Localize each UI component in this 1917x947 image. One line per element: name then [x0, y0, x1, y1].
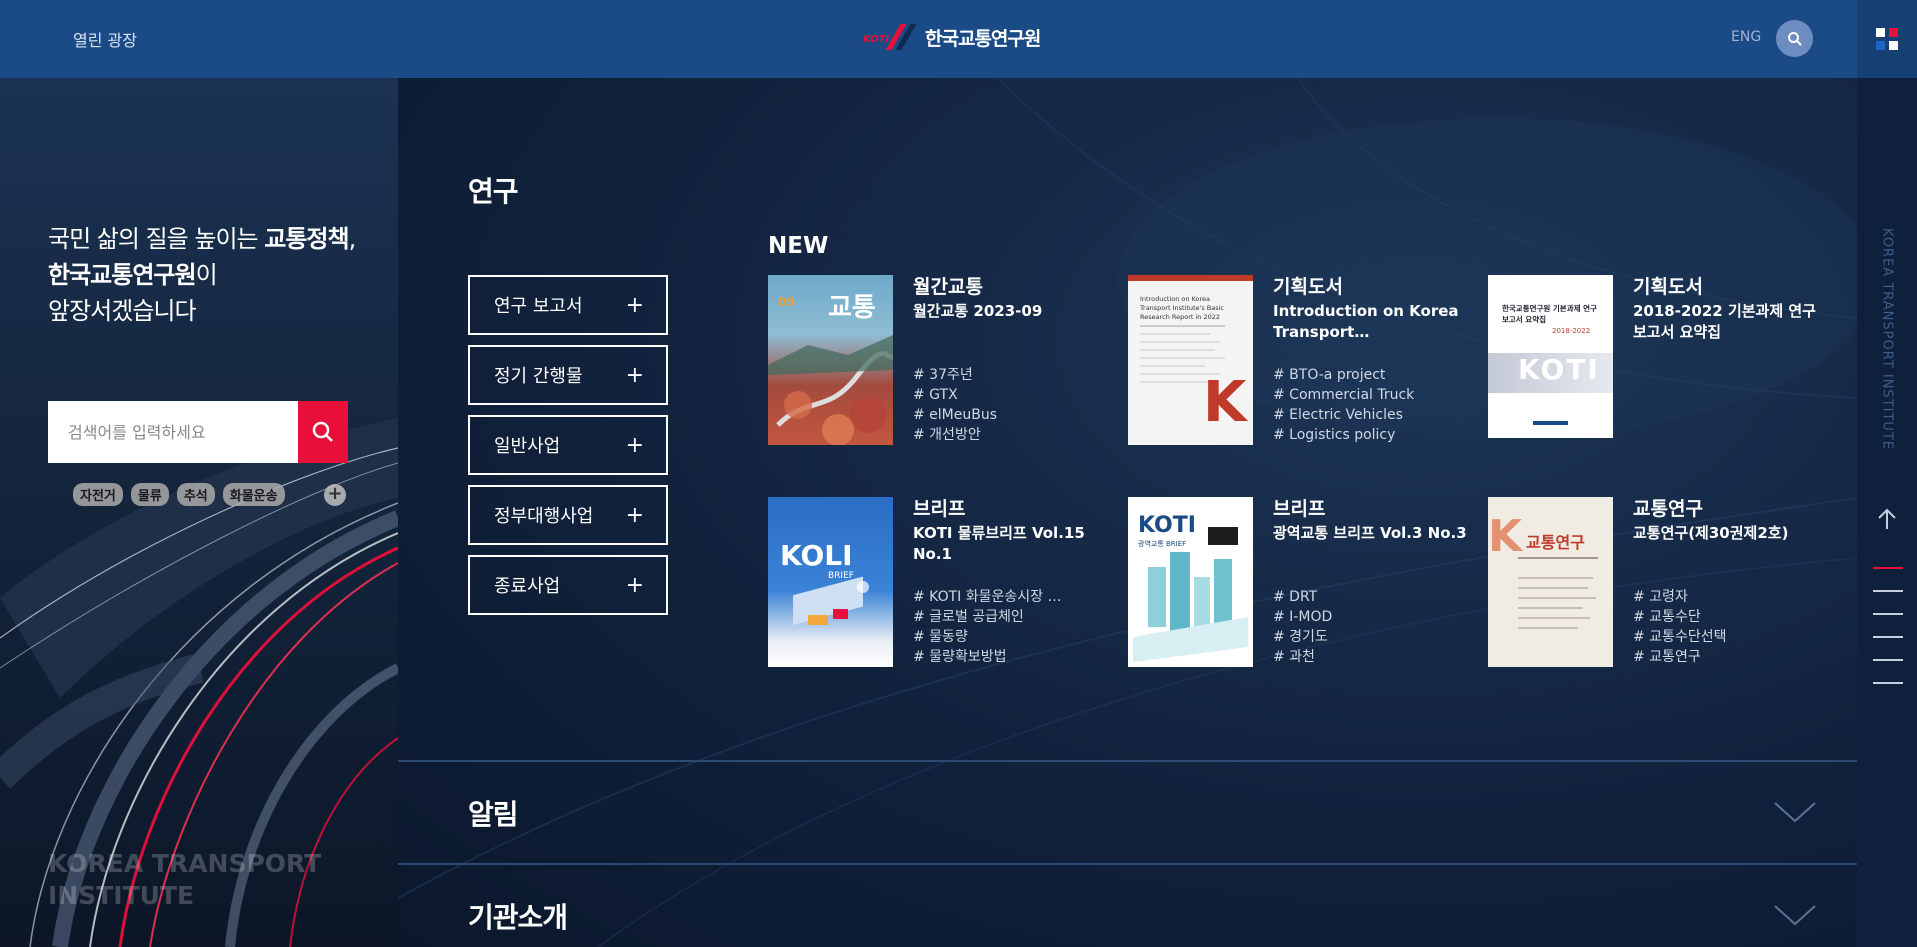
main-content: 연구 연구 보고서 + 정기 간행물 + 일반사업 + 정부대행사업 + 종료사업 + N… [398, 78, 1857, 947]
cover-image: K 교통연구 [1488, 497, 1613, 667]
card-type: 기획도서 [1273, 276, 1343, 298]
search-input[interactable] [48, 401, 298, 463]
cover-image: Introduction on Korea Transport Institut… [1128, 275, 1253, 445]
card-title: Introduction on Korea Transport… [1273, 302, 1459, 341]
keyword-tag[interactable]: 물류 [130, 483, 169, 506]
cover-image: 09 교통 [768, 275, 893, 445]
open-square-link[interactable]: 열린 광장 [73, 27, 137, 51]
publication-card[interactable]: KOLI BRIEF 브리프 KOTI 물류브리프 Vol.15 No.1 # … [768, 497, 1108, 667]
background-caption: KOREA TRANSPORT INSTITUTE [48, 849, 322, 910]
about-section-title[interactable]: 기관소개 [468, 896, 568, 936]
category-periodicals[interactable]: 정기 간행물 + [468, 345, 668, 405]
logo-mark-icon: KOTI [863, 22, 919, 52]
section-divider [398, 863, 1857, 865]
keyword-tag[interactable]: 자전거 [73, 483, 123, 506]
category-research-report[interactable]: 연구 보고서 + [468, 275, 668, 335]
card-tags: # KOTI 화물운송시장 … # 글로벌 공급체인 # 물동량 # 물량확보방법 [913, 589, 1062, 665]
arrow-up-icon[interactable] [1876, 508, 1898, 530]
card-type: 기획도서 [1633, 276, 1703, 298]
section-indicator-active[interactable] [1873, 567, 1903, 569]
chevron-down-icon[interactable] [1773, 904, 1817, 926]
card-title: 광역교통 브리프 Vol.3 No.3 [1273, 524, 1467, 542]
section-indicator[interactable] [1873, 636, 1903, 638]
top-header: 열린 광장 KOTI 한국교통연구원 ENG [0, 0, 1917, 78]
card-title: 월간교통 2023-09 [913, 302, 1043, 320]
plus-icon: + [625, 432, 644, 458]
research-section-title: 연구 [468, 175, 519, 208]
new-publications-label: NEW [768, 233, 829, 259]
card-title: 2018-2022 기본과제 연구보고서 요약집 [1633, 302, 1816, 341]
category-completed-projects[interactable]: 종료사업 + [468, 555, 668, 615]
section-indicator[interactable] [1873, 590, 1903, 592]
hero-slogan: 국민 삶의 질을 높이는 교통정책, 한국교통연구원이 앞장서겠습니다 [48, 225, 356, 325]
section-indicator[interactable] [1873, 613, 1903, 615]
plus-icon: + [625, 502, 644, 528]
card-title: KOTI 물류브리프 Vol.15 No.1 [913, 524, 1085, 563]
search-submit-button[interactable] [298, 401, 348, 463]
card-title: 교통연구(제30권제2호) [1633, 524, 1789, 542]
hero-panel: 국민 삶의 질을 높이는 교통정책, 한국교통연구원이 앞장서겠습니다 자전거 … [0, 78, 398, 947]
chevron-down-icon[interactable] [1773, 801, 1817, 823]
logo-mark-text: KOTI [863, 34, 890, 45]
keyword-tag[interactable]: 화물운송 [222, 483, 285, 506]
publication-card[interactable]: K 교통연구 교통연구 교통연구(제30권제2호) # 고령자 # 교통수단 # … [1488, 497, 1828, 667]
popular-keywords: 자전거 물류 추석 화물운송 [73, 483, 285, 506]
more-keywords-button[interactable]: + [324, 484, 346, 506]
notice-section-title[interactable]: 알림 [468, 793, 519, 833]
cover-image: 한국교통연구원 기본과제 연구보고서 요약집 2018-2022 KOTI [1488, 275, 1613, 438]
card-type: 브리프 [913, 498, 966, 520]
side-rail: KOREA TRANSPORT INSTITUTE [1857, 78, 1917, 947]
plus-icon: + [625, 292, 644, 318]
keyword-tag[interactable]: 추석 [176, 483, 215, 506]
card-type: 월간교통 [913, 276, 983, 298]
publication-card[interactable]: 09 교통 월간교통 월간교통 2023-09 # 37주년 # GTX # el… [768, 275, 1108, 445]
highway-background-image [0, 418, 398, 947]
english-link[interactable]: ENG [1731, 29, 1761, 45]
site-logo[interactable]: KOTI 한국교통연구원 [863, 22, 1041, 52]
cover-image: KOTI 광역교통 BRIEF [1128, 497, 1253, 667]
category-general-projects[interactable]: 일반사업 + [468, 415, 668, 475]
cover-image: KOLI BRIEF [768, 497, 893, 667]
publication-card[interactable]: Introduction on Korea Transport Institut… [1128, 275, 1468, 445]
plus-icon: + [625, 572, 644, 598]
search-icon[interactable] [1776, 20, 1813, 57]
section-indicator[interactable] [1873, 659, 1903, 661]
card-tags: # DRT # I-MOD # 경기도 # 과천 [1273, 589, 1333, 665]
card-type: 교통연구 [1633, 498, 1703, 520]
card-type: 브리프 [1273, 498, 1326, 520]
all-menu-icon[interactable] [1857, 0, 1917, 78]
category-government-projects[interactable]: 정부대행사업 + [468, 485, 668, 545]
card-tags: # BTO-a project # Commercial Truck # Elec… [1273, 367, 1415, 443]
publication-card[interactable]: KOTI 광역교통 BRIEF 브리프 광역교통 브리프 Vol.3 No.3 … [1128, 497, 1468, 667]
card-tags: # 고령자 # 교통수단 # 교통수단선택 # 교통연구 [1633, 589, 1727, 665]
section-indicator[interactable] [1873, 682, 1903, 684]
hero-search [48, 401, 348, 463]
publication-card[interactable]: 한국교통연구원 기본과제 연구보고서 요약집 2018-2022 KOTI 기획… [1488, 275, 1828, 445]
section-divider [398, 760, 1857, 762]
search-icon [312, 421, 333, 442]
logo-text: 한국교통연구원 [925, 27, 1041, 50]
rail-vertical-text: KOREA TRANSPORT INSTITUTE [1879, 228, 1895, 451]
card-tags: # 37주년 # GTX # elMeuBus # 개선방안 [913, 367, 998, 443]
plus-icon: + [625, 362, 644, 388]
